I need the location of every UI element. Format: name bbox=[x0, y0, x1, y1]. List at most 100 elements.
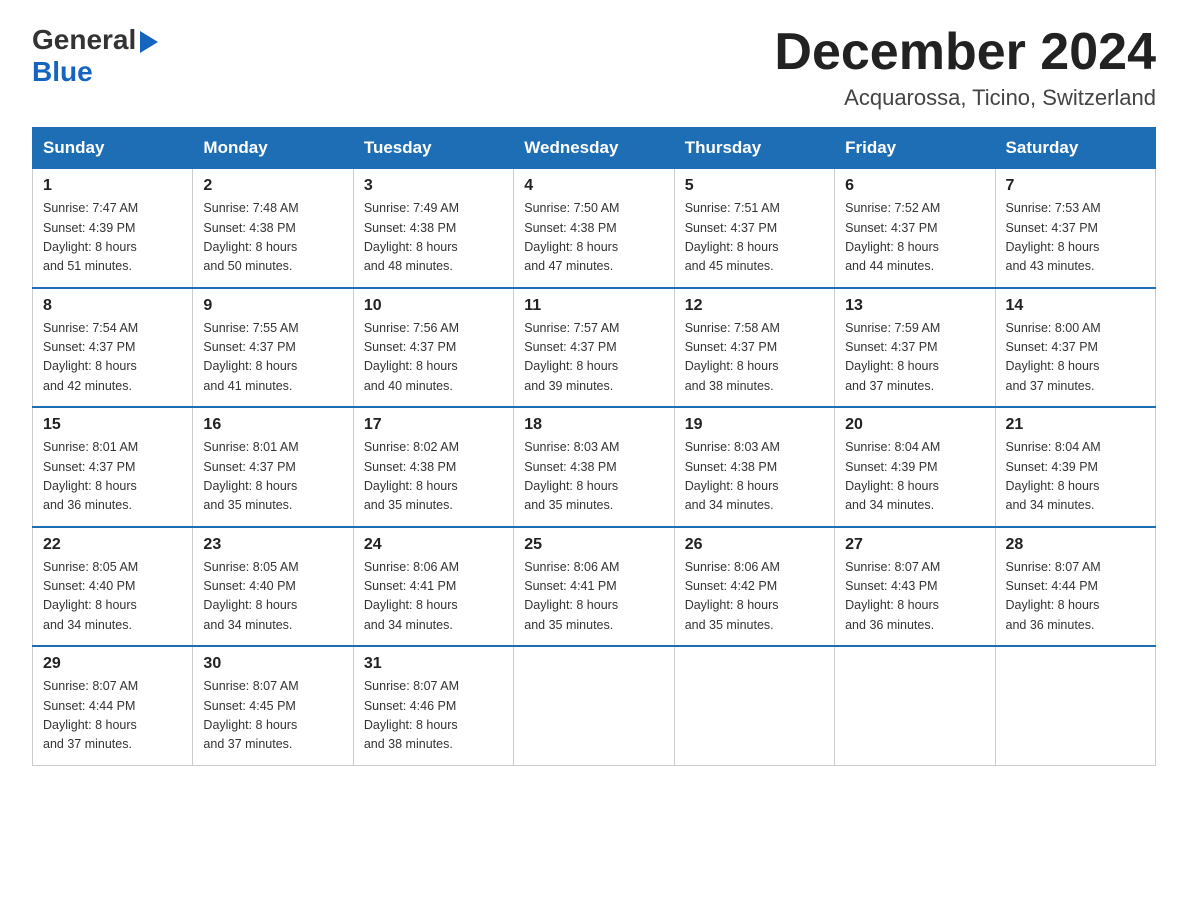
logo: General Blue bbox=[32, 24, 158, 88]
day-number: 1 bbox=[43, 177, 182, 195]
day-number: 15 bbox=[43, 416, 182, 434]
day-number: 6 bbox=[845, 177, 984, 195]
day-info: Sunrise: 8:01 AM Sunset: 4:37 PM Dayligh… bbox=[43, 438, 182, 516]
day-cell-26: 26 Sunrise: 8:06 AM Sunset: 4:42 PM Dayl… bbox=[674, 527, 834, 647]
week-row-4: 22 Sunrise: 8:05 AM Sunset: 4:40 PM Dayl… bbox=[33, 527, 1156, 647]
day-number: 2 bbox=[203, 177, 342, 195]
day-cell-3: 3 Sunrise: 7:49 AM Sunset: 4:38 PM Dayli… bbox=[353, 169, 513, 288]
day-cell-7: 7 Sunrise: 7:53 AM Sunset: 4:37 PM Dayli… bbox=[995, 169, 1155, 288]
day-cell-5: 5 Sunrise: 7:51 AM Sunset: 4:37 PM Dayli… bbox=[674, 169, 834, 288]
header-sunday: Sunday bbox=[33, 128, 193, 169]
day-info: Sunrise: 7:49 AM Sunset: 4:38 PM Dayligh… bbox=[364, 199, 503, 277]
day-cell-28: 28 Sunrise: 8:07 AM Sunset: 4:44 PM Dayl… bbox=[995, 527, 1155, 647]
logo-arrow-icon bbox=[140, 31, 158, 53]
header-monday: Monday bbox=[193, 128, 353, 169]
day-info: Sunrise: 7:52 AM Sunset: 4:37 PM Dayligh… bbox=[845, 199, 984, 277]
day-cell-8: 8 Sunrise: 7:54 AM Sunset: 4:37 PM Dayli… bbox=[33, 288, 193, 408]
header-saturday: Saturday bbox=[995, 128, 1155, 169]
day-number: 3 bbox=[364, 177, 503, 195]
day-number: 11 bbox=[524, 297, 663, 315]
day-number: 21 bbox=[1006, 416, 1145, 434]
day-cell-14: 14 Sunrise: 8:00 AM Sunset: 4:37 PM Dayl… bbox=[995, 288, 1155, 408]
day-cell-19: 19 Sunrise: 8:03 AM Sunset: 4:38 PM Dayl… bbox=[674, 407, 834, 527]
day-info: Sunrise: 8:07 AM Sunset: 4:43 PM Dayligh… bbox=[845, 558, 984, 636]
day-number: 24 bbox=[364, 536, 503, 554]
day-info: Sunrise: 8:06 AM Sunset: 4:41 PM Dayligh… bbox=[364, 558, 503, 636]
calendar-header-row: Sunday Monday Tuesday Wednesday Thursday… bbox=[33, 128, 1156, 169]
empty-cell-w4-d3 bbox=[514, 646, 674, 765]
empty-cell-w4-d4 bbox=[674, 646, 834, 765]
day-number: 13 bbox=[845, 297, 984, 315]
day-number: 19 bbox=[685, 416, 824, 434]
day-number: 20 bbox=[845, 416, 984, 434]
day-info: Sunrise: 8:04 AM Sunset: 4:39 PM Dayligh… bbox=[1006, 438, 1145, 516]
day-cell-9: 9 Sunrise: 7:55 AM Sunset: 4:37 PM Dayli… bbox=[193, 288, 353, 408]
day-number: 12 bbox=[685, 297, 824, 315]
day-info: Sunrise: 7:53 AM Sunset: 4:37 PM Dayligh… bbox=[1006, 199, 1145, 277]
day-cell-18: 18 Sunrise: 8:03 AM Sunset: 4:38 PM Dayl… bbox=[514, 407, 674, 527]
day-number: 9 bbox=[203, 297, 342, 315]
day-cell-13: 13 Sunrise: 7:59 AM Sunset: 4:37 PM Dayl… bbox=[835, 288, 995, 408]
logo-general-text: General bbox=[32, 24, 136, 56]
day-info: Sunrise: 8:02 AM Sunset: 4:38 PM Dayligh… bbox=[364, 438, 503, 516]
day-info: Sunrise: 8:07 AM Sunset: 4:44 PM Dayligh… bbox=[43, 677, 182, 755]
day-cell-1: 1 Sunrise: 7:47 AM Sunset: 4:39 PM Dayli… bbox=[33, 169, 193, 288]
day-cell-25: 25 Sunrise: 8:06 AM Sunset: 4:41 PM Dayl… bbox=[514, 527, 674, 647]
day-info: Sunrise: 8:06 AM Sunset: 4:42 PM Dayligh… bbox=[685, 558, 824, 636]
day-number: 16 bbox=[203, 416, 342, 434]
day-info: Sunrise: 7:48 AM Sunset: 4:38 PM Dayligh… bbox=[203, 199, 342, 277]
week-row-1: 1 Sunrise: 7:47 AM Sunset: 4:39 PM Dayli… bbox=[33, 169, 1156, 288]
day-info: Sunrise: 8:06 AM Sunset: 4:41 PM Dayligh… bbox=[524, 558, 663, 636]
day-info: Sunrise: 8:03 AM Sunset: 4:38 PM Dayligh… bbox=[685, 438, 824, 516]
day-info: Sunrise: 7:54 AM Sunset: 4:37 PM Dayligh… bbox=[43, 319, 182, 397]
header-thursday: Thursday bbox=[674, 128, 834, 169]
header-wednesday: Wednesday bbox=[514, 128, 674, 169]
day-info: Sunrise: 8:01 AM Sunset: 4:37 PM Dayligh… bbox=[203, 438, 342, 516]
day-cell-2: 2 Sunrise: 7:48 AM Sunset: 4:38 PM Dayli… bbox=[193, 169, 353, 288]
day-cell-11: 11 Sunrise: 7:57 AM Sunset: 4:37 PM Dayl… bbox=[514, 288, 674, 408]
day-info: Sunrise: 8:04 AM Sunset: 4:39 PM Dayligh… bbox=[845, 438, 984, 516]
location: Acquarossa, Ticino, Switzerland bbox=[774, 85, 1156, 111]
day-cell-4: 4 Sunrise: 7:50 AM Sunset: 4:38 PM Dayli… bbox=[514, 169, 674, 288]
day-cell-15: 15 Sunrise: 8:01 AM Sunset: 4:37 PM Dayl… bbox=[33, 407, 193, 527]
day-cell-6: 6 Sunrise: 7:52 AM Sunset: 4:37 PM Dayli… bbox=[835, 169, 995, 288]
day-info: Sunrise: 8:03 AM Sunset: 4:38 PM Dayligh… bbox=[524, 438, 663, 516]
day-info: Sunrise: 7:51 AM Sunset: 4:37 PM Dayligh… bbox=[685, 199, 824, 277]
day-info: Sunrise: 7:55 AM Sunset: 4:37 PM Dayligh… bbox=[203, 319, 342, 397]
day-cell-24: 24 Sunrise: 8:06 AM Sunset: 4:41 PM Dayl… bbox=[353, 527, 513, 647]
calendar-table: Sunday Monday Tuesday Wednesday Thursday… bbox=[32, 127, 1156, 766]
day-number: 8 bbox=[43, 297, 182, 315]
title-section: December 2024 Acquarossa, Ticino, Switze… bbox=[774, 24, 1156, 111]
day-info: Sunrise: 8:07 AM Sunset: 4:46 PM Dayligh… bbox=[364, 677, 503, 755]
day-number: 27 bbox=[845, 536, 984, 554]
day-number: 22 bbox=[43, 536, 182, 554]
day-number: 31 bbox=[364, 655, 503, 673]
day-info: Sunrise: 7:47 AM Sunset: 4:39 PM Dayligh… bbox=[43, 199, 182, 277]
week-row-5: 29 Sunrise: 8:07 AM Sunset: 4:44 PM Dayl… bbox=[33, 646, 1156, 765]
day-info: Sunrise: 7:50 AM Sunset: 4:38 PM Dayligh… bbox=[524, 199, 663, 277]
day-number: 14 bbox=[1006, 297, 1145, 315]
day-info: Sunrise: 8:07 AM Sunset: 4:44 PM Dayligh… bbox=[1006, 558, 1145, 636]
day-number: 29 bbox=[43, 655, 182, 673]
day-info: Sunrise: 8:05 AM Sunset: 4:40 PM Dayligh… bbox=[43, 558, 182, 636]
day-cell-21: 21 Sunrise: 8:04 AM Sunset: 4:39 PM Dayl… bbox=[995, 407, 1155, 527]
day-info: Sunrise: 7:58 AM Sunset: 4:37 PM Dayligh… bbox=[685, 319, 824, 397]
day-cell-20: 20 Sunrise: 8:04 AM Sunset: 4:39 PM Dayl… bbox=[835, 407, 995, 527]
day-cell-31: 31 Sunrise: 8:07 AM Sunset: 4:46 PM Dayl… bbox=[353, 646, 513, 765]
day-number: 30 bbox=[203, 655, 342, 673]
day-info: Sunrise: 8:07 AM Sunset: 4:45 PM Dayligh… bbox=[203, 677, 342, 755]
day-number: 26 bbox=[685, 536, 824, 554]
empty-cell-w4-d6 bbox=[995, 646, 1155, 765]
day-number: 5 bbox=[685, 177, 824, 195]
header-tuesday: Tuesday bbox=[353, 128, 513, 169]
day-cell-12: 12 Sunrise: 7:58 AM Sunset: 4:37 PM Dayl… bbox=[674, 288, 834, 408]
week-row-3: 15 Sunrise: 8:01 AM Sunset: 4:37 PM Dayl… bbox=[33, 407, 1156, 527]
day-info: Sunrise: 7:59 AM Sunset: 4:37 PM Dayligh… bbox=[845, 319, 984, 397]
day-cell-30: 30 Sunrise: 8:07 AM Sunset: 4:45 PM Dayl… bbox=[193, 646, 353, 765]
week-row-2: 8 Sunrise: 7:54 AM Sunset: 4:37 PM Dayli… bbox=[33, 288, 1156, 408]
day-cell-23: 23 Sunrise: 8:05 AM Sunset: 4:40 PM Dayl… bbox=[193, 527, 353, 647]
day-number: 10 bbox=[364, 297, 503, 315]
day-cell-16: 16 Sunrise: 8:01 AM Sunset: 4:37 PM Dayl… bbox=[193, 407, 353, 527]
header-friday: Friday bbox=[835, 128, 995, 169]
day-cell-29: 29 Sunrise: 8:07 AM Sunset: 4:44 PM Dayl… bbox=[33, 646, 193, 765]
